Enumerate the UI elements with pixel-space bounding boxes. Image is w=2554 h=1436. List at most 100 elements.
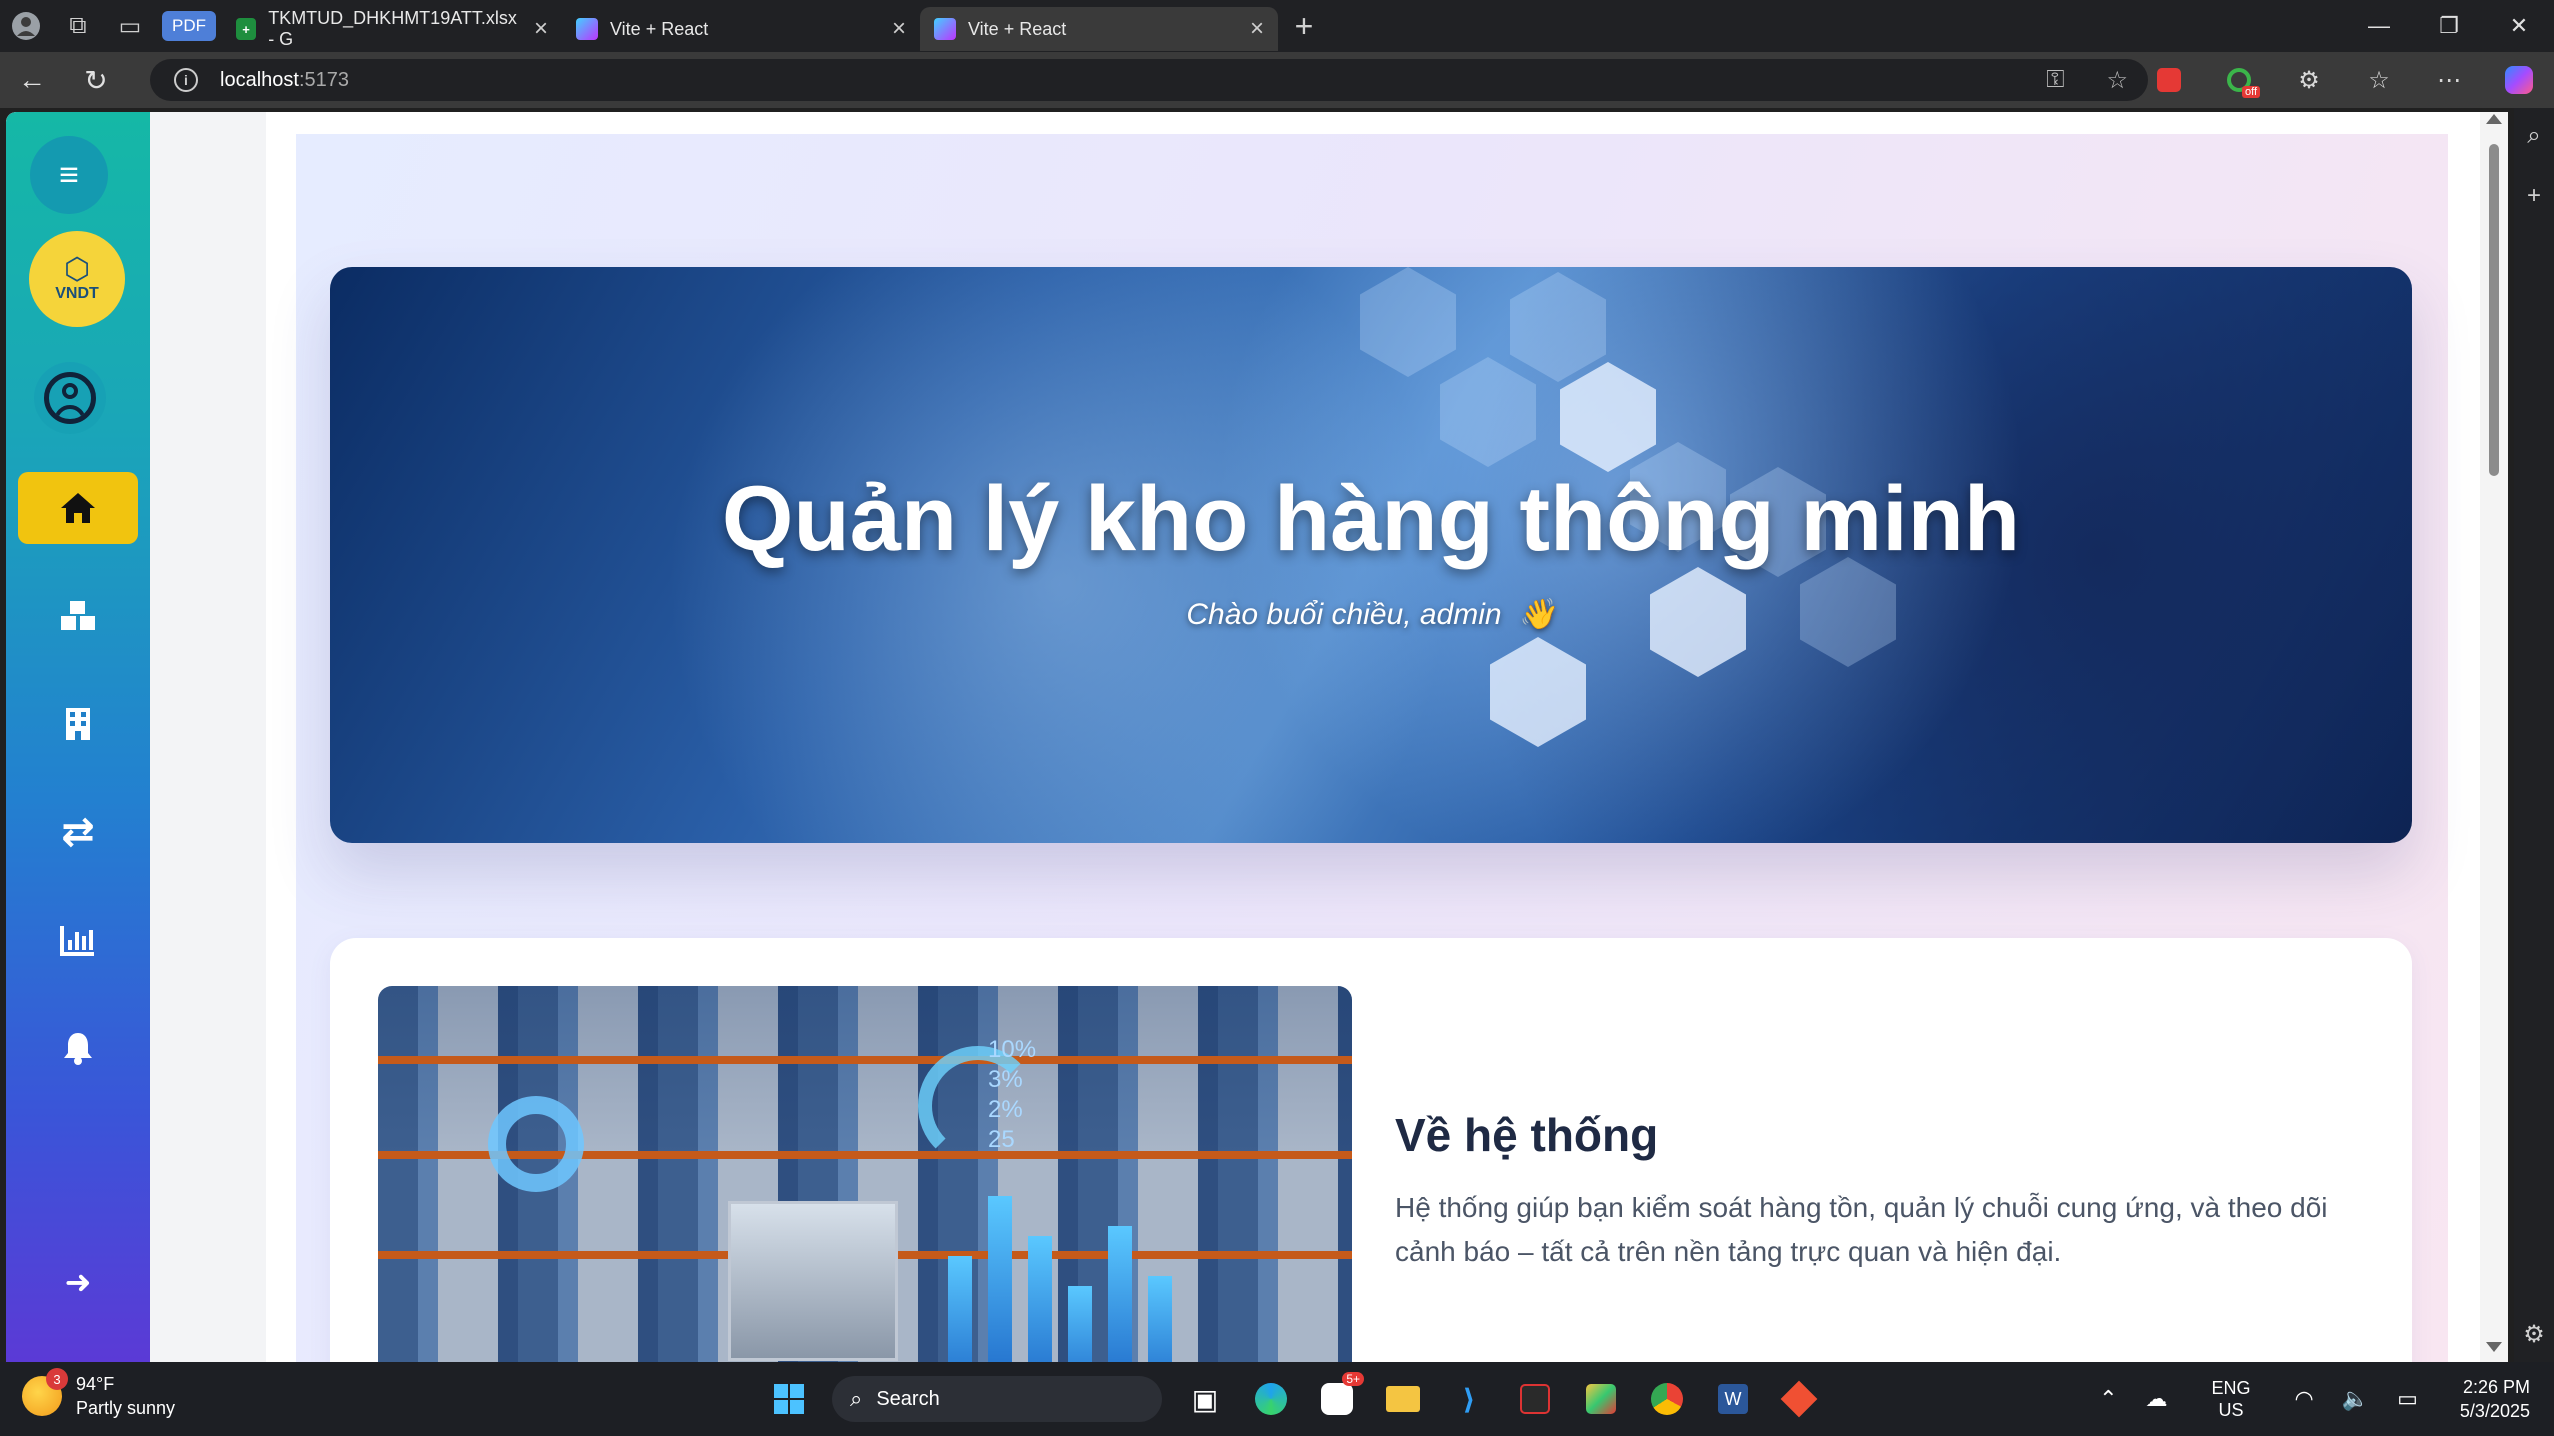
close-icon[interactable]: ×	[1240, 15, 1264, 43]
windows-start-icon[interactable]	[756, 1370, 822, 1428]
browser-tab-bar: ⧉ ▭ PDF + TKMTUD_DHKHMT19ATT.xlsx - G × …	[0, 0, 2554, 52]
tab-vite-2-active[interactable]: Vite + React ×	[920, 7, 1278, 51]
address-row: ← ↻ i localhost:5173 ⚿ ☆ off ⚙ ☆ ⋯	[0, 52, 2554, 108]
clock-date: 5/3/2025	[2459, 1401, 2530, 1421]
new-tab-icon[interactable]: +	[1278, 0, 1330, 52]
site-info-icon[interactable]: i	[174, 68, 198, 92]
chart-icon	[60, 926, 94, 956]
tab-label: Vite + React	[968, 18, 1067, 39]
search-icon[interactable]: ⌕	[2514, 108, 2554, 164]
package-icon: ⬡	[63, 253, 91, 286]
cloud-icon[interactable]: ☁	[2146, 1386, 2168, 1412]
task-view-icon[interactable]: ▣	[1172, 1370, 1238, 1428]
more-menu-icon[interactable]: ⋯	[2414, 52, 2484, 108]
key-icon[interactable]: ⚿	[2046, 66, 2064, 94]
favorites-icon[interactable]: ☆	[2344, 52, 2414, 108]
tab-label: TKMTUD_DHKHMT19ATT.xlsx - G	[268, 8, 517, 49]
bar-decor	[1108, 1226, 1132, 1362]
close-icon[interactable]: ×	[524, 15, 548, 43]
weather-badge: 3	[46, 1368, 68, 1390]
profile-icon[interactable]	[0, 0, 52, 52]
boxes-icon	[61, 601, 95, 630]
user-avatar-icon[interactable]	[34, 362, 106, 434]
pallet-decor	[728, 1201, 898, 1361]
back-icon[interactable]: ←	[0, 52, 64, 108]
restore-icon[interactable]: ❐	[2414, 0, 2484, 52]
address-bar[interactable]: i localhost:5173 ⚿ ☆	[150, 59, 2148, 101]
page-viewport: ≡ ⬡ VNDT ⇄ ➜ Quản lý kho hàng thông minh…	[6, 112, 2508, 1362]
hex-decor	[1510, 272, 1606, 382]
favorite-star-icon[interactable]: ☆	[2106, 66, 2128, 95]
chevron-up-icon[interactable]: ⌃	[2099, 1386, 2117, 1412]
sidebar-item-warehouses[interactable]	[18, 688, 138, 760]
bell-icon	[64, 1033, 92, 1065]
tab-vite-1[interactable]: Vite + React ×	[562, 7, 920, 51]
clock-time: 2:26 PM	[2462, 1377, 2530, 1397]
bar-decor	[948, 1256, 972, 1362]
system-tray: ⌃ ☁ ENG US ◠ 🔈 ▭ 2:26 PM 5/3/2025	[2085, 1372, 2530, 1426]
volume-icon[interactable]: 🔈	[2342, 1386, 2369, 1412]
scroll-down-arrow-icon[interactable]	[2486, 1342, 2502, 1352]
colorful-app-icon[interactable]	[1568, 1370, 1634, 1428]
refresh-icon[interactable]: ↻	[64, 52, 128, 108]
about-title: Về hệ thống	[1395, 1109, 1659, 1161]
ext-red-icon[interactable]	[2134, 52, 2204, 108]
scroll-up-arrow-icon[interactable]	[2486, 114, 2502, 124]
close-icon[interactable]: ×	[882, 15, 906, 43]
taskbar-search[interactable]: ⌕ Search	[832, 1376, 1162, 1422]
about-description: Hệ thống giúp bạn kiểm soát hàng tồn, qu…	[1395, 1192, 2328, 1267]
language-indicator[interactable]: ENG US	[2212, 1377, 2251, 1421]
sidebar-item-reports[interactable]	[18, 904, 138, 976]
wifi-icon[interactable]: ◠	[2295, 1386, 2314, 1412]
pdf-tab-chip[interactable]: PDF	[162, 11, 216, 41]
edge-browser-icon[interactable]	[1238, 1370, 1304, 1428]
sidebar-item-alerts[interactable]	[18, 1012, 138, 1084]
hero-title: Quản lý kho hàng thông minh	[721, 468, 2021, 570]
close-window-icon[interactable]: ✕	[2484, 0, 2554, 52]
workspaces-icon[interactable]: ⧉	[52, 0, 104, 52]
add-icon[interactable]: +	[2514, 168, 2554, 224]
hex-decor	[1360, 267, 1456, 377]
ext-green-icon[interactable]: off	[2204, 52, 2274, 108]
taskbar-apps: ⌕ Search ▣ 5+ ⟩ W	[756, 1370, 1832, 1428]
logo-text: VNDT	[55, 285, 99, 302]
git-icon[interactable]	[1766, 1370, 1832, 1428]
zalo-icon[interactable]: 5+	[1304, 1370, 1370, 1428]
bar-decor	[1148, 1276, 1172, 1362]
zalo-badge: 5+	[1342, 1372, 1364, 1386]
clock[interactable]: 2:26 PM 5/3/2025	[2460, 1375, 2530, 1423]
app-logo[interactable]: ⬡ VNDT	[29, 231, 125, 327]
wave-hand-icon: 👋	[1518, 598, 1556, 631]
minimize-icon[interactable]: —	[2344, 0, 2414, 52]
settings-gear-icon[interactable]: ⚙	[2514, 1306, 2554, 1362]
scroll-thumb[interactable]	[2489, 144, 2499, 476]
sidebar-item-inventory[interactable]	[18, 580, 138, 652]
edge-sidebar: ⌕ + ⚙	[2514, 108, 2554, 1362]
weather-widget[interactable]: 3 94°F Partly sunny	[22, 1368, 175, 1420]
hero-subtitle: Chào buổi chiều, admin 👋	[330, 597, 2412, 632]
page-scrollbar[interactable]	[2480, 112, 2508, 1362]
chrome-icon[interactable]	[1634, 1370, 1700, 1428]
sheets-icon: +	[236, 18, 257, 40]
home-icon	[61, 493, 95, 523]
sidebar-item-transactions[interactable]: ⇄	[18, 796, 138, 868]
warehouse-image: 10% 3% 2% 25	[378, 986, 1352, 1362]
about-card: 10% 3% 2% 25 Về hệ thống Hệ thống giúp b…	[330, 938, 2412, 1362]
tab-spreadsheet[interactable]: + TKMTUD_DHKHMT19ATT.xlsx - G ×	[222, 7, 562, 51]
extensions-puzzle-icon[interactable]: ⚙	[2274, 52, 2344, 108]
address-host: localhost	[220, 68, 299, 91]
vertical-tabs-icon[interactable]: ▭	[104, 0, 156, 52]
word-icon[interactable]: W	[1700, 1370, 1766, 1428]
extensions-row: off ⚙ ☆ ⋯	[2134, 52, 2554, 108]
sidebar-item-logout[interactable]: ➜	[18, 1246, 138, 1318]
hex-decor	[1490, 637, 1586, 747]
sidebar-item-home[interactable]	[18, 472, 138, 544]
hex-decor	[1440, 357, 1536, 467]
vscode-icon[interactable]: ⟩	[1436, 1370, 1502, 1428]
donut-decor	[488, 1096, 584, 1192]
hamburger-menu-icon[interactable]: ≡	[30, 136, 108, 214]
copilot-icon[interactable]	[2484, 52, 2554, 108]
terminal-app-icon[interactable]	[1502, 1370, 1568, 1428]
file-explorer-icon[interactable]	[1370, 1370, 1436, 1428]
battery-icon[interactable]: ▭	[2397, 1386, 2418, 1412]
